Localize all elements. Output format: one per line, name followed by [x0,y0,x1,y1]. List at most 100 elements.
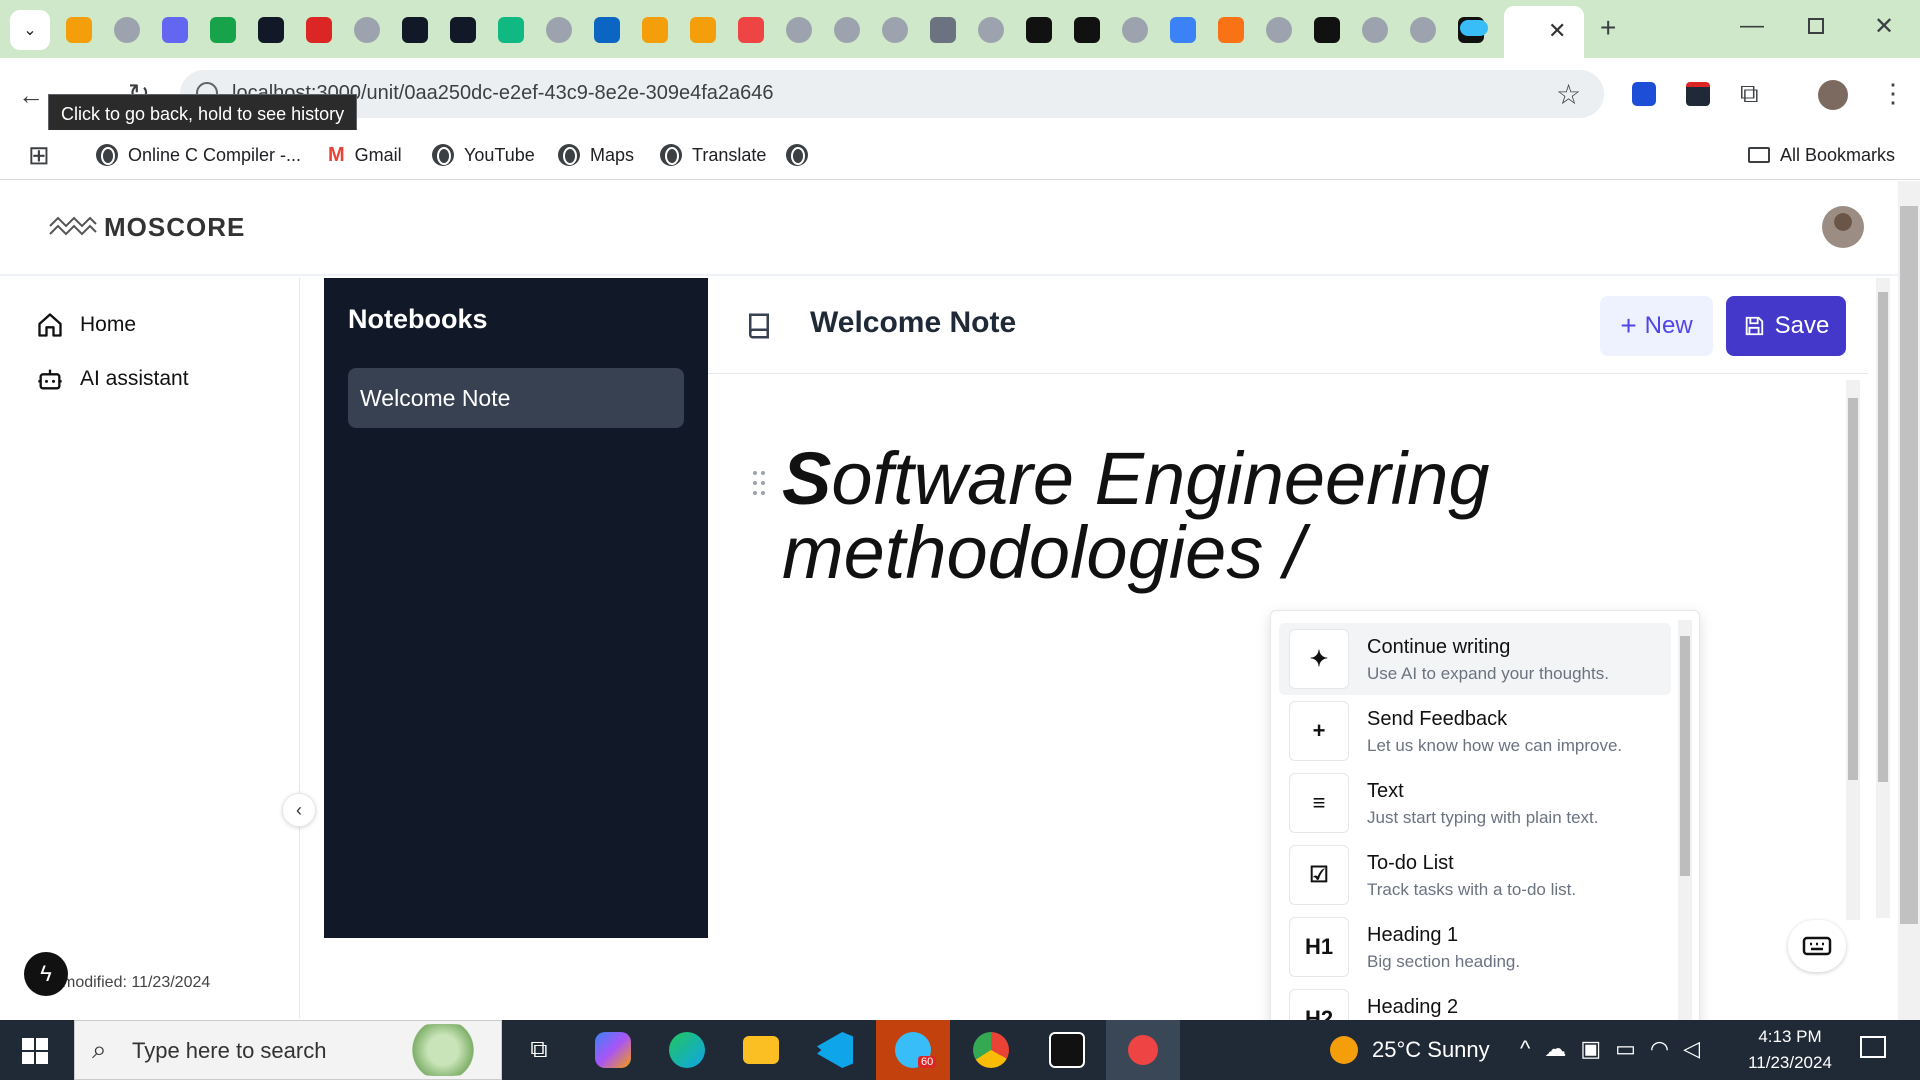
nav-home[interactable]: Home [36,307,136,343]
system-tray[interactable]: ^☁▣▭◠◁ [1520,1036,1714,1062]
tab-favicon-icon[interactable] [1314,17,1340,43]
tab-favicon-icon[interactable] [162,17,188,43]
tab-favicon-icon[interactable] [1362,17,1388,43]
drag-handle-icon[interactable] [752,470,766,496]
file-explorer-app[interactable] [724,1020,798,1080]
save-icon [1745,316,1763,336]
bookmark-maps[interactable]: Maps [558,138,634,172]
tab-favicon-icon[interactable] [258,17,284,43]
tab-favicon-icon[interactable] [978,17,1004,43]
tab-favicon-icon[interactable] [1026,17,1052,43]
all-bookmarks-button[interactable]: All Bookmarks [1748,138,1895,172]
plus-icon: + [1620,310,1637,341]
windows-start-icon[interactable] [22,1038,48,1064]
new-tab-button[interactable]: + [1600,12,1616,44]
menu-item-todo-list[interactable]: ☑ To-do List Track tasks with a to-do li… [1279,839,1671,911]
collapse-sidebar-button[interactable]: ‹ [282,793,316,827]
search-highlight-image [400,1024,486,1076]
tab-search-button[interactable]: ⌄ [10,10,50,50]
minimize-button[interactable]: — [1740,12,1764,40]
bookmark-star-icon[interactable]: ☆ [1556,78,1581,111]
copilot-app[interactable] [576,1020,650,1080]
note-title[interactable]: Welcome Note [810,306,1016,340]
tab-favicon-icon[interactable] [786,17,812,43]
tab-favicon-icon[interactable] [354,17,380,43]
tailwind-icon [1460,20,1488,36]
taskbar-clock[interactable]: 4:13 PM 11/23/2024 [1740,1024,1840,1076]
tab-favicon-icon[interactable] [1170,17,1196,43]
postman-app[interactable] [1106,1020,1180,1080]
menu-item-send-feedback[interactable]: + Send Feedback Let us know how we can i… [1279,695,1671,767]
tab-favicon-icon[interactable] [690,17,716,43]
bookmark-unnamed[interactable] [786,138,808,172]
notifications-icon[interactable] [1860,1036,1886,1058]
save-button[interactable]: Save [1726,296,1846,356]
tab-favicon-icon[interactable] [546,17,572,43]
tab-favicon-icon[interactable] [402,17,428,43]
sparkles-icon: ✦ [1289,629,1349,689]
tab-favicon-icon[interactable] [738,17,764,43]
profile-avatar[interactable] [1818,80,1848,110]
robot-icon [38,369,62,390]
extensions-puzzle-icon[interactable]: ⧉ [1740,78,1759,110]
content-scrollbar-thumb[interactable] [1878,292,1888,782]
keyboard-toggle-button[interactable] [1788,920,1846,972]
nav-ai-assistant[interactable]: AI assistant [36,361,189,397]
new-note-button[interactable]: + New [1600,296,1713,356]
weather-widget[interactable]: 25°C Sunny [1330,1036,1490,1064]
lightning-icon: ϟ [40,961,52,986]
checkbox-icon: ☑ [1289,845,1349,905]
edge-app[interactable] [650,1020,724,1080]
menu-item-heading-1[interactable]: H1 Heading 1 Big section heading. [1279,911,1671,983]
tab-favicon-icon[interactable] [930,17,956,43]
apps-grid-icon[interactable]: ⊞ [28,140,50,171]
bookmark-translate[interactable]: Translate [660,138,766,172]
tab-favicon-icon[interactable] [210,17,236,43]
tab-favicon-icon[interactable] [498,17,524,43]
text-icon: ≡ [1289,773,1349,833]
vscode-app[interactable] [798,1020,872,1080]
bookmark-online-c-compiler[interactable]: Online C Compiler -... [96,138,301,172]
tab-favicon-icon[interactable] [1218,17,1244,43]
tab-favicon-icon[interactable] [594,17,620,43]
taskbar-search-placeholder: Type here to search [132,1038,327,1063]
tab-favicon-icon[interactable] [66,17,92,43]
tab-favicon-icon[interactable] [882,17,908,43]
bookmark-gmail[interactable]: M Gmail [328,138,402,172]
close-tab-icon[interactable]: ✕ [1548,18,1566,44]
app-taskbar-item[interactable] [1030,1020,1104,1080]
active-tab[interactable]: ✕ [1460,6,1584,58]
menu-scrollbar-thumb[interactable] [1680,636,1690,876]
search-icon: ⌕ [92,1034,107,1064]
bookmark-youtube[interactable]: YouTube [432,138,535,172]
copilot-icon [595,1032,631,1068]
close-window-button[interactable]: ✕ [1874,12,1894,41]
tab-favicon-icon[interactable] [1266,17,1292,43]
tab-favicon-icon[interactable] [642,17,668,43]
extension-icon[interactable] [1632,82,1656,106]
app-logo[interactable]: MOSCORE [104,212,245,243]
tab-favicon-icon[interactable] [1410,17,1436,43]
tab-favicon-icon[interactable] [1074,17,1100,43]
tab-favicon-icon[interactable] [834,17,860,43]
editor-scrollbar-thumb[interactable] [1848,398,1858,780]
task-view-button[interactable]: ⧉ [502,1020,576,1080]
user-avatar[interactable] [1822,206,1864,248]
tab-favicon-icon[interactable] [450,17,476,43]
tab-favicon-icon[interactable] [114,17,140,43]
browser-menu-icon[interactable]: ⋮ [1880,78,1906,109]
lightning-button[interactable]: ϟ [24,952,68,996]
page-scrollbar-thumb[interactable] [1900,206,1918,924]
document-heading[interactable]: Software Engineering methodologies / [782,442,1562,590]
telegram-app[interactable]: 60 [876,1020,950,1080]
extension-icon[interactable] [1686,82,1710,106]
restore-button[interactable] [1808,18,1824,34]
tab-favicon-icon[interactable] [306,17,332,43]
chrome-app[interactable] [954,1020,1028,1080]
tab-favicon-icon[interactable] [1122,17,1148,43]
notebook-item[interactable]: Welcome Note [348,368,684,428]
back-button[interactable]: ← [18,80,44,111]
menu-item-text[interactable]: ≡ Text Just start typing with plain text… [1279,767,1671,839]
menu-item-continue-writing[interactable]: ✦ Continue writing Use AI to expand your… [1279,623,1671,695]
feedback-icon: + [1289,701,1349,761]
